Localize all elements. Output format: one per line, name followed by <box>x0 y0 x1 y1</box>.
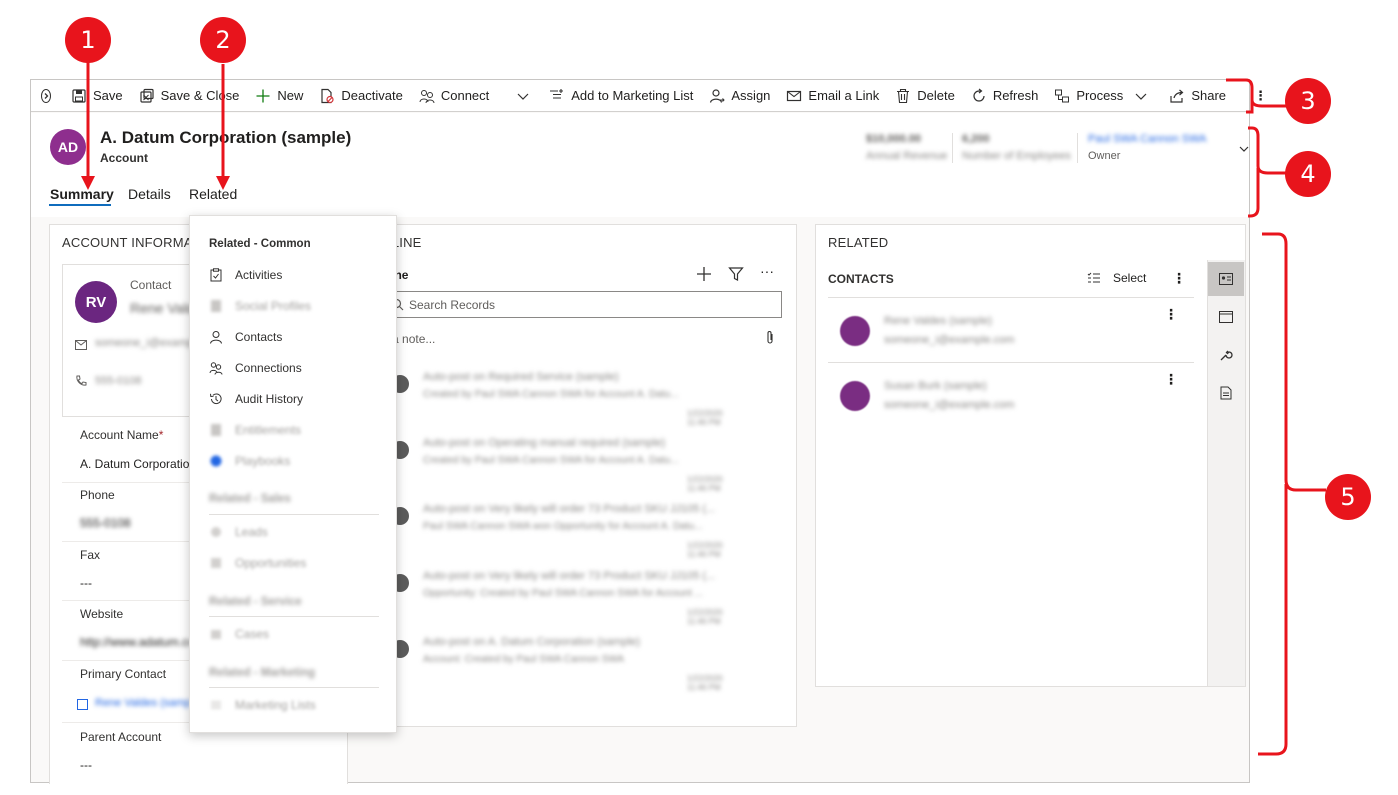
callout-overlay <box>81 60 1326 756</box>
callout-badge: 2 <box>200 17 246 63</box>
callout-badge: 4 <box>1285 151 1331 197</box>
callout-badge: 3 <box>1285 78 1331 124</box>
callout-badge: 5 <box>1325 474 1371 520</box>
callout-badge: 1 <box>65 17 111 63</box>
